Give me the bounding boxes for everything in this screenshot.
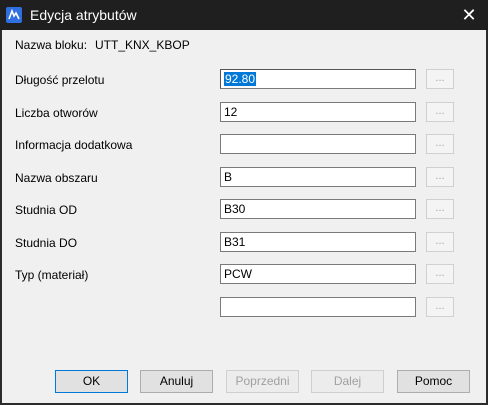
block-name-value: UTT_KNX_KBOP <box>95 38 190 52</box>
attr-browse-button-material[interactable]: ... <box>426 264 454 284</box>
attr-label-well-from: Studnia OD <box>15 203 78 217</box>
attr-browse-button-holes[interactable]: ... <box>426 102 454 122</box>
attr-input-info[interactable] <box>220 134 416 154</box>
window-title: Edycja atrybutów <box>30 7 137 23</box>
dialog-body: Nazwa bloku: UTT_KNX_KBOP Długość przelo… <box>2 30 486 403</box>
attr-input-extra[interactable] <box>220 297 416 317</box>
next-button[interactable]: Dalej <box>311 370 384 393</box>
attr-browse-button-length[interactable]: ... <box>426 69 454 89</box>
attr-label-holes: Liczba otworów <box>15 106 98 120</box>
attr-browse-button-info[interactable]: ... <box>426 134 454 154</box>
attr-browse-button-area[interactable]: ... <box>426 167 454 187</box>
attr-label-area: Nazwa obszaru <box>15 171 98 185</box>
attr-input-holes[interactable]: 12 <box>220 102 416 122</box>
attr-label-length: Długość przelotu <box>15 73 105 87</box>
attr-label-material: Typ (materiał) <box>15 268 89 282</box>
block-name-label: Nazwa bloku: <box>15 38 88 52</box>
close-icon[interactable]: ✕ <box>458 4 480 26</box>
attr-input-material[interactable]: PCW <box>220 264 416 284</box>
attr-input-length[interactable]: 92.80 <box>220 69 416 89</box>
attr-input-well-to[interactable]: B31 <box>220 232 416 252</box>
attr-input-length-value: 92.80 <box>224 72 257 86</box>
help-button[interactable]: Pomoc <box>397 370 470 393</box>
attr-browse-button-extra[interactable]: ... <box>426 297 454 317</box>
previous-button[interactable]: Poprzedni <box>226 370 299 393</box>
ok-button[interactable]: OK <box>55 370 128 393</box>
attr-label-info: Informacja dodatkowa <box>15 138 133 152</box>
attr-browse-button-well-to[interactable]: ... <box>426 232 454 252</box>
cancel-button[interactable]: Anuluj <box>140 370 213 393</box>
title-bar[interactable]: Edycja atrybutów ✕ <box>0 0 488 30</box>
attr-input-well-from[interactable]: B30 <box>220 199 416 219</box>
attr-browse-button-well-from[interactable]: ... <box>426 199 454 219</box>
edit-attributes-dialog: Edycja atrybutów ✕ Nazwa bloku: UTT_KNX_… <box>0 0 488 405</box>
attr-input-area[interactable]: B <box>220 167 416 187</box>
app-icon <box>6 7 22 23</box>
attr-label-well-to: Studnia DO <box>15 236 78 250</box>
